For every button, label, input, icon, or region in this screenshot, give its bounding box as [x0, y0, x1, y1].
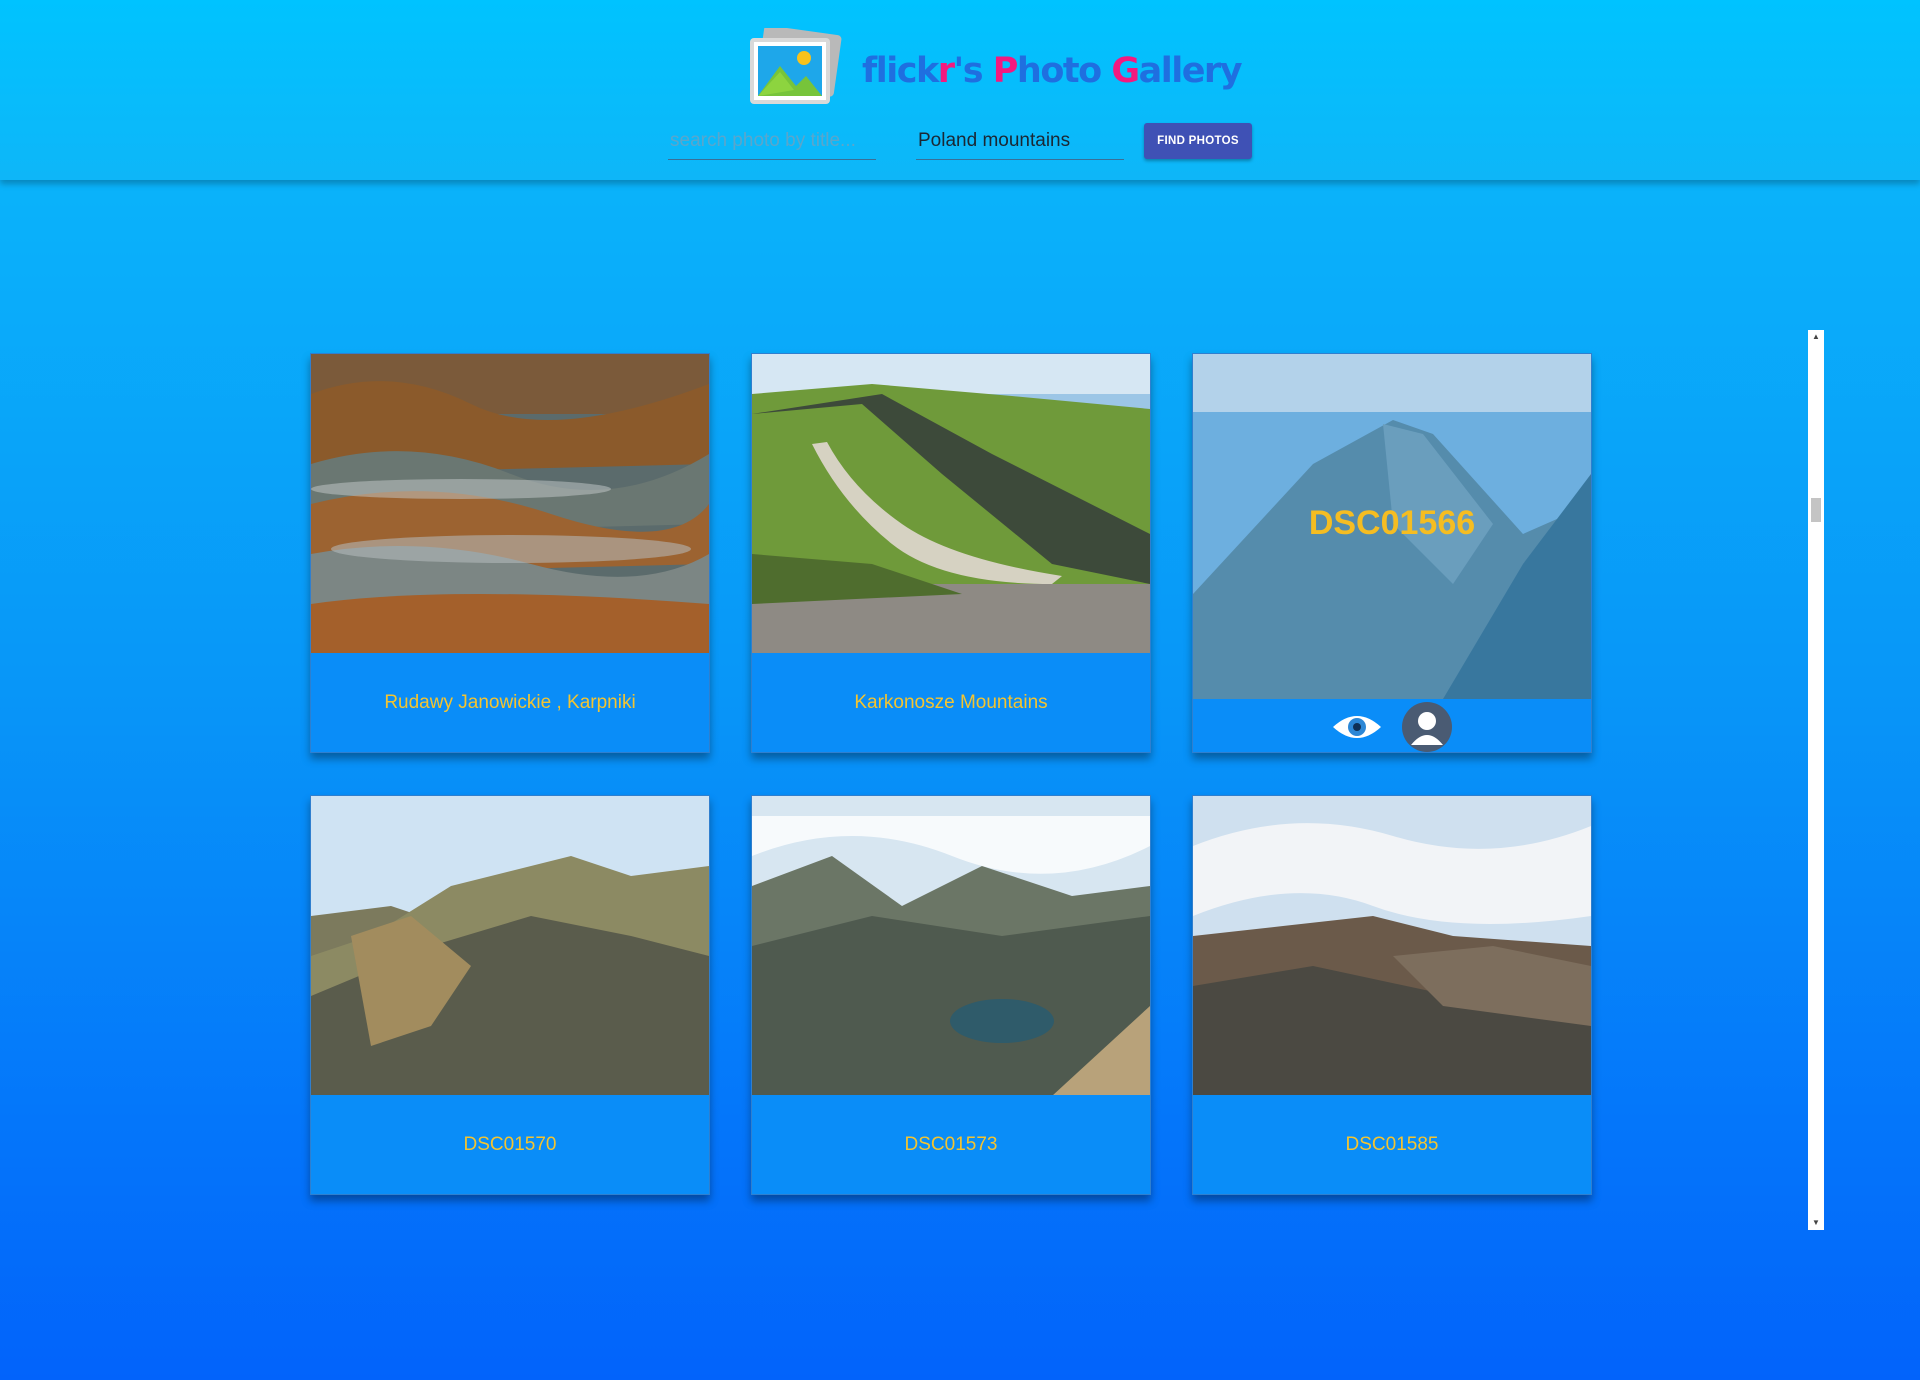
gallery-logo-icon [744, 25, 844, 114]
photo-hover-title: DSC01566 [1308, 504, 1476, 542]
photo-card-hover[interactable]: DSC01566 [1192, 353, 1592, 753]
tags-search-input[interactable] [916, 122, 1124, 160]
user-icon[interactable] [1401, 701, 1453, 753]
eye-icon[interactable] [1331, 701, 1383, 753]
photo-caption: DSC01585 [1345, 1134, 1439, 1155]
photo-actions [1193, 700, 1591, 753]
photo-caption: DSC01570 [463, 1134, 557, 1155]
photo-thumbnail[interactable] [311, 796, 709, 1095]
photo-card[interactable]: DSC01570 [310, 795, 710, 1195]
photo-card[interactable]: DSC01573 [751, 795, 1151, 1195]
scroll-down-icon[interactable]: ▼ [1808, 1216, 1824, 1230]
photo-caption: DSC01573 [904, 1134, 998, 1155]
title-search-input[interactable] [668, 122, 876, 160]
photo-caption: Rudawy Janowickie , Karpniki [384, 692, 636, 713]
brand: flickr's Photo Gallery [744, 25, 1243, 116]
photo-thumbnail[interactable] [311, 354, 709, 653]
photo-thumbnail[interactable] [1193, 796, 1591, 1095]
photo-caption: Karkonosze Mountains [854, 692, 1048, 713]
gallery-scrollbar[interactable]: ▲ ▼ [1808, 330, 1824, 1230]
scroll-up-icon[interactable]: ▲ [1808, 330, 1824, 344]
app-title: flickr's Photo Gallery [862, 51, 1243, 91]
photo-card[interactable]: DSC01585 [1192, 795, 1592, 1195]
photo-card[interactable]: Karkonosze Mountains [751, 353, 1151, 753]
search-bar: FIND PHOTOS [668, 122, 1252, 160]
photo-thumbnail[interactable] [752, 796, 1150, 1095]
photo-thumbnail[interactable] [752, 354, 1150, 653]
app-header: flickr's Photo Gallery FIND PHOTOS [0, 0, 1920, 180]
scroll-thumb[interactable] [1811, 498, 1821, 522]
photo-card[interactable]: Rudawy Janowickie , Karpniki [310, 353, 710, 753]
find-photos-button[interactable]: FIND PHOTOS [1144, 123, 1252, 159]
